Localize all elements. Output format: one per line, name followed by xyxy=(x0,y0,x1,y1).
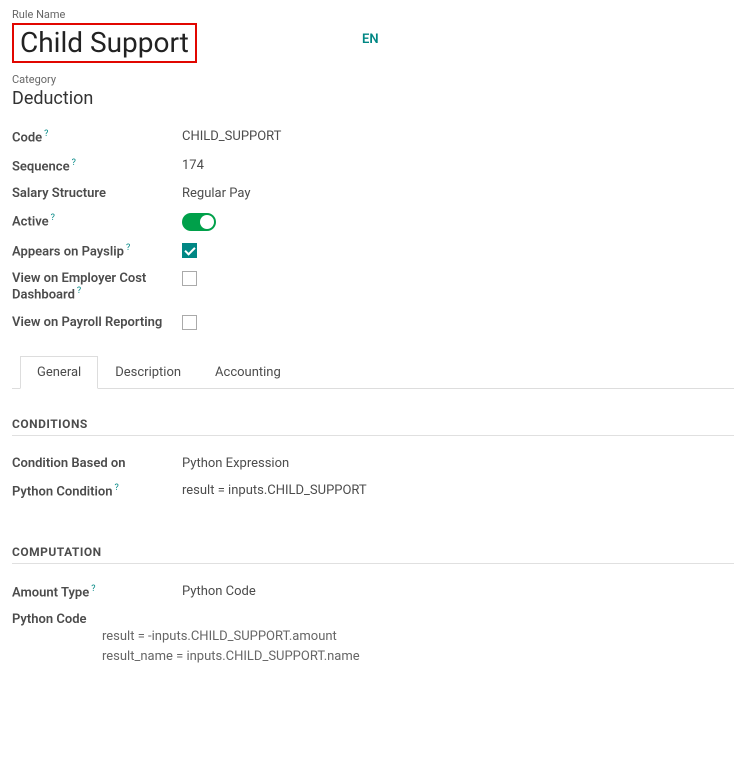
amount-type-value[interactable]: Python Code xyxy=(182,584,256,599)
row-python-condition: Python Condition? result = inputs.CHILD_… xyxy=(12,477,734,505)
code-label: Code? xyxy=(12,129,182,145)
condition-based-on-value[interactable]: Python Expression xyxy=(182,456,289,471)
row-condition-based-on: Condition Based on Python Expression xyxy=(12,450,734,477)
tab-description[interactable]: Description xyxy=(98,356,198,389)
row-python-code: Python Code result = -inputs.CHILD_SUPPO… xyxy=(12,606,734,672)
row-amount-type: Amount Type? Python Code xyxy=(12,578,734,606)
row-code: Code? CHILD_SUPPORT xyxy=(12,123,734,151)
salary-structure-label: Salary Structure xyxy=(12,186,182,201)
header-right: EN xyxy=(362,8,379,47)
header-row: Rule Name Child Support EN xyxy=(12,8,734,73)
rule-form: Rule Name Child Support EN Category Dedu… xyxy=(0,0,746,692)
python-code-label: Python Code xyxy=(12,612,734,627)
tab-accounting[interactable]: Accounting xyxy=(198,356,298,389)
python-code-value[interactable]: result = -inputs.CHILD_SUPPORT.amount re… xyxy=(12,627,734,666)
python-condition-value[interactable]: result = inputs.CHILD_SUPPORT xyxy=(182,483,367,498)
row-view-employer-cost: View on Employer Cost Dashboard? xyxy=(12,265,734,308)
sequence-value[interactable]: 174 xyxy=(182,158,204,173)
help-icon[interactable]: ? xyxy=(44,129,48,139)
row-salary-structure: Salary Structure Regular Pay xyxy=(12,180,734,207)
help-icon[interactable]: ? xyxy=(51,213,55,223)
view-employer-cost-label: View on Employer Cost Dashboard? xyxy=(12,271,182,302)
appears-on-payslip-checkbox[interactable] xyxy=(182,243,197,258)
view-payroll-reporting-checkbox[interactable] xyxy=(182,315,197,330)
help-icon[interactable]: ? xyxy=(72,158,76,168)
amount-type-label: Amount Type? xyxy=(12,584,182,600)
view-payroll-reporting-label: View on Payroll Reporting xyxy=(12,315,182,330)
divider xyxy=(12,563,734,564)
sequence-label: Sequence? xyxy=(12,158,182,174)
active-label: Active? xyxy=(12,213,182,229)
row-appears-on-payslip: Appears on Payslip? xyxy=(12,237,734,265)
python-condition-label: Python Condition? xyxy=(12,483,182,499)
row-sequence: Sequence? 174 xyxy=(12,152,734,180)
rule-name-value[interactable]: Child Support xyxy=(12,23,197,63)
row-active: Active? xyxy=(12,207,734,237)
view-employer-cost-value xyxy=(182,271,197,290)
view-employer-cost-checkbox[interactable] xyxy=(182,271,197,286)
code-value[interactable]: CHILD_SUPPORT xyxy=(182,129,281,144)
rule-name-label: Rule Name xyxy=(12,8,362,21)
condition-based-on-label: Condition Based on xyxy=(12,456,182,471)
divider xyxy=(12,435,734,436)
appears-on-payslip-label: Appears on Payslip? xyxy=(12,243,182,259)
category-label: Category xyxy=(12,73,734,86)
help-icon[interactable]: ? xyxy=(77,286,81,296)
salary-structure-value[interactable]: Regular Pay xyxy=(182,186,251,201)
tabs: General Description Accounting xyxy=(12,356,734,389)
view-payroll-reporting-value xyxy=(182,315,197,334)
active-toggle[interactable] xyxy=(182,213,216,231)
help-icon[interactable]: ? xyxy=(91,584,95,594)
category-value[interactable]: Deduction xyxy=(12,88,734,109)
computation-title: COMPUTATION xyxy=(12,545,734,559)
header-left: Rule Name Child Support xyxy=(12,8,362,73)
tab-general[interactable]: General xyxy=(20,356,98,389)
active-value xyxy=(182,213,216,231)
language-badge[interactable]: EN xyxy=(362,32,379,47)
conditions-title: CONDITIONS xyxy=(12,417,734,431)
row-view-payroll-reporting: View on Payroll Reporting xyxy=(12,309,734,340)
appears-on-payslip-value xyxy=(182,243,197,259)
help-icon[interactable]: ? xyxy=(126,243,130,253)
toggle-knob-icon xyxy=(200,215,214,229)
help-icon[interactable]: ? xyxy=(115,483,119,493)
